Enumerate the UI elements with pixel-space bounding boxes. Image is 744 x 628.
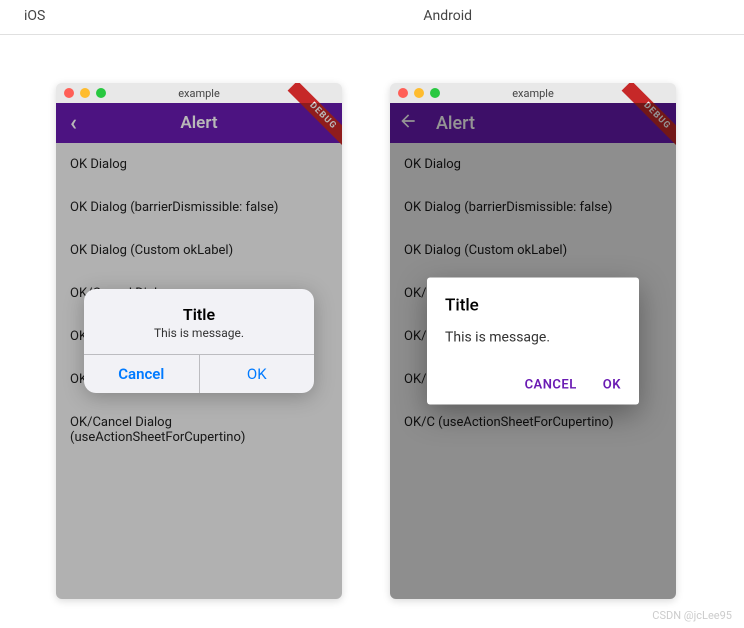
watermark: CSDN @jcLee95 [652,609,732,622]
window-title: example [178,87,220,100]
tab-android[interactable]: Android [423,8,472,24]
minimize-icon[interactable] [414,88,424,98]
alert-dialog: Title This is message. Cancel OK [84,289,314,393]
alert-dialog: Title This is message. CANCEL OK [427,278,639,405]
maximize-icon[interactable] [430,88,440,98]
alert-title: Title [96,305,302,324]
maximize-icon[interactable] [96,88,106,98]
ok-button[interactable]: OK [603,378,621,393]
cancel-button[interactable]: Cancel [84,355,200,393]
window-title: example [512,87,554,100]
ios-device: example ‹ Alert DEBUG OK Dialog OK Dialo… [56,83,342,599]
android-device: example Alert DEBUG OK Dialog OK Dialog … [390,83,676,599]
tab-ios[interactable]: iOS [24,8,45,24]
close-icon[interactable] [64,88,74,98]
alert-message: This is message. [445,330,621,346]
cancel-button[interactable]: CANCEL [525,378,577,393]
close-icon[interactable] [398,88,408,98]
ok-button[interactable]: OK [200,355,315,393]
alert-message: This is message. [96,326,302,340]
minimize-icon[interactable] [80,88,90,98]
alert-title: Title [445,296,621,316]
